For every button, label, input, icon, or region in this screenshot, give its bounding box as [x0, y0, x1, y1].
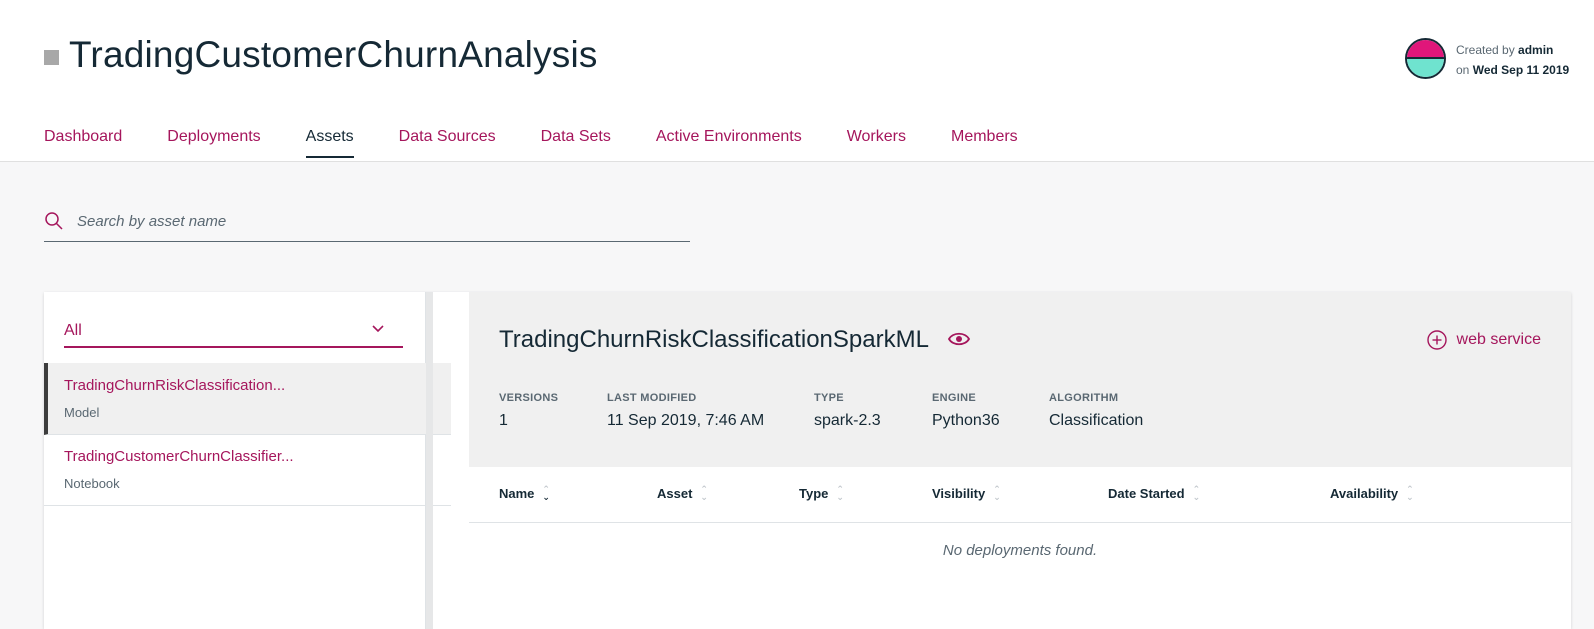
add-web-service-button[interactable]: web service — [1426, 330, 1541, 350]
plus-circle-icon — [1426, 330, 1447, 350]
tab-data-sets[interactable]: Data Sets — [541, 128, 611, 158]
asset-list-item[interactable]: TradingCustomerChurnClassifier... Notebo… — [44, 434, 451, 506]
empty-table-message: No deployments found. — [942, 542, 1098, 559]
column-header-visibility[interactable]: Visibility ⌃ ⌄ — [932, 484, 1001, 502]
meta-value: Python36 — [932, 412, 1000, 429]
tab-active-environments[interactable]: Active Environments — [656, 128, 802, 158]
sort-icon: ⌃ ⌄ — [1192, 484, 1201, 502]
filter-selected-label: All — [64, 322, 82, 339]
meta-value: Classification — [1049, 412, 1144, 429]
column-label: Visibility — [932, 485, 986, 501]
column-label: Availability — [1330, 485, 1399, 501]
avatar-top-half — [1407, 40, 1444, 59]
deployments-table-header: Name ⌃ ⌄ Asset ⌃ ⌄ Type ⌃ ⌄ Visibility ⌃ ⌄ D… — [469, 467, 1571, 523]
meta-engine: ENGINE Python36 — [932, 392, 1000, 430]
meta-type: TYPE spark-2.3 — [814, 392, 881, 430]
sort-icon: ⌃ ⌄ — [836, 484, 844, 502]
column-header-type[interactable]: Type ⌃ ⌄ — [799, 484, 844, 502]
column-label: Type — [799, 485, 829, 501]
meta-algorithm: ALGORITHM Classification — [1049, 392, 1143, 430]
sort-icon: ⌃ ⌄ — [1406, 484, 1414, 502]
asset-filter-dropdown[interactable]: All — [64, 312, 403, 348]
column-label: Name — [499, 485, 535, 501]
web-service-label: web service — [1456, 331, 1541, 348]
tab-dashboard[interactable]: Dashboard — [44, 128, 122, 158]
asset-detail-panel: TradingChurnRiskClassificationSparkML we… — [469, 292, 1571, 629]
asset-type: Notebook — [64, 476, 120, 491]
meta-label: LAST MODIFIED — [607, 392, 697, 404]
column-header-asset[interactable]: Asset ⌃ ⌄ — [657, 484, 708, 502]
tab-data-sources[interactable]: Data Sources — [399, 128, 496, 158]
meta-last-modified: LAST MODIFIED 11 Sep 2019, 7:46 AM — [607, 392, 764, 430]
asset-type: Model — [64, 405, 100, 420]
chevron-down-icon — [372, 325, 384, 333]
tab-deployments[interactable]: Deployments — [167, 128, 260, 158]
column-header-availability[interactable]: Availability ⌃ ⌄ — [1330, 484, 1414, 502]
meta-value: 11 Sep 2019, 7:46 AM — [607, 412, 765, 429]
sort-icon: ⌃ ⌄ — [542, 484, 550, 502]
sort-icon: ⌃ ⌄ — [700, 484, 708, 502]
avatar[interactable] — [1405, 38, 1446, 79]
asset-name: TradingCustomerChurnClassifier... — [64, 448, 294, 465]
created-by-user: admin — [1518, 43, 1554, 57]
meta-label: ALGORITHM — [1049, 392, 1119, 404]
avatar-bottom-half — [1407, 58, 1444, 77]
created-info: Created by admin on Wed Sep 11 2019 — [1456, 40, 1569, 80]
eye-icon[interactable] — [948, 331, 970, 347]
search-input[interactable] — [77, 209, 677, 233]
meta-label: TYPE — [814, 392, 844, 404]
meta-versions: VERSIONS 1 — [499, 392, 558, 430]
project-icon — [44, 50, 59, 65]
tab-assets[interactable]: Assets — [305, 128, 354, 158]
asset-name: TradingChurnRiskClassification... — [64, 377, 286, 394]
search-icon — [45, 212, 63, 230]
asset-detail-header: TradingChurnRiskClassificationSparkML we… — [469, 292, 1571, 467]
meta-value: spark-2.3 — [814, 412, 881, 429]
meta-label: ENGINE — [932, 392, 976, 404]
meta-value: 1 — [499, 412, 508, 429]
project-tabs: Dashboard Deployments Assets Data Source… — [44, 128, 1063, 158]
tab-workers[interactable]: Workers — [847, 128, 906, 158]
column-label: Date Started — [1108, 485, 1185, 501]
meta-label: VERSIONS — [499, 392, 559, 404]
column-label: Asset — [657, 485, 693, 501]
panel-scrollbar[interactable] — [426, 292, 433, 629]
created-by-prefix: Created by — [1456, 43, 1515, 57]
asset-search — [44, 203, 690, 242]
avatar-divider — [1407, 57, 1444, 60]
asset-list-item[interactable]: TradingChurnRiskClassification... Model — [44, 363, 451, 435]
created-on-date: Wed Sep 11 2019 — [1472, 63, 1570, 77]
project-title: TradingCustomerChurnAnalysis — [69, 34, 598, 75]
tab-members[interactable]: Members — [951, 128, 1018, 158]
created-on-prefix: on — [1456, 63, 1470, 77]
assets-card: All TradingChurnRiskClassification... Mo… — [44, 292, 1571, 629]
column-header-date-started[interactable]: Date Started ⌃ ⌄ — [1108, 484, 1201, 502]
asset-detail-title: TradingChurnRiskClassificationSparkML — [499, 326, 929, 353]
sort-icon: ⌃ ⌄ — [993, 484, 1001, 502]
column-header-name[interactable]: Name ⌃ ⌄ — [499, 484, 550, 502]
asset-list-panel: All TradingChurnRiskClassification... Mo… — [44, 292, 451, 629]
project-header: TradingCustomerChurnAnalysis Created by … — [0, 0, 1594, 162]
